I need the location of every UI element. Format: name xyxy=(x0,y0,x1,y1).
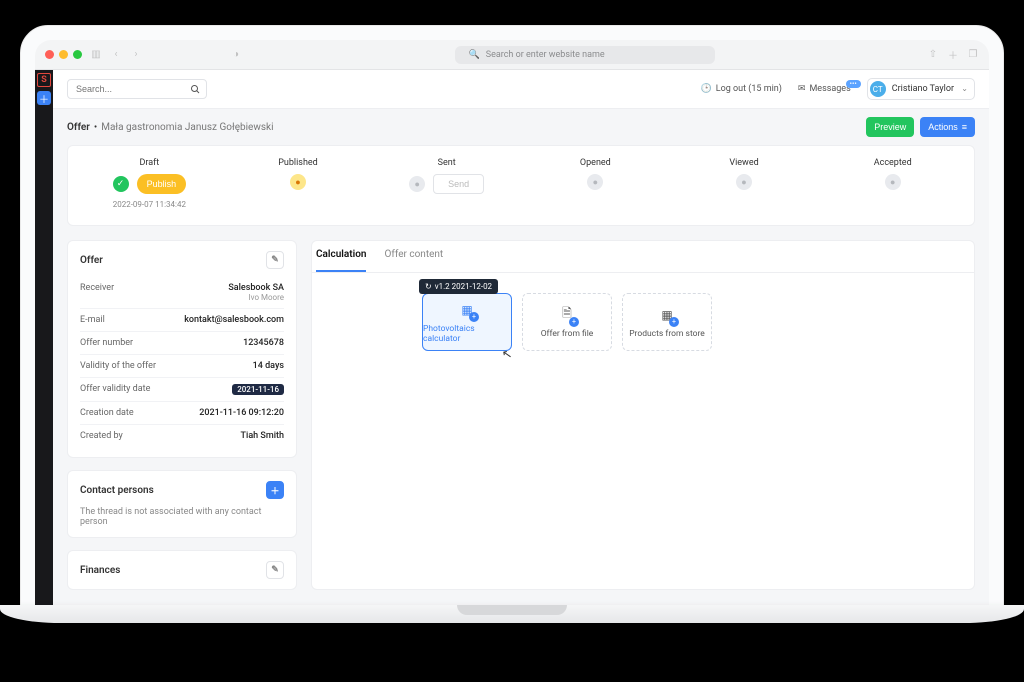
messages-badge: ••• xyxy=(846,80,861,88)
calculation-tiles: ↻ v1.2 2021-12-02 ▦+ Photovoltaics calcu… xyxy=(312,273,974,371)
app-root: S ＋ 🕒 Log out (15 min) ✉ xyxy=(35,70,989,614)
check-icon: ✓ xyxy=(113,176,129,192)
user-name: Cristiano Taylor xyxy=(892,84,954,94)
chevron-down-icon: ⌄ xyxy=(961,84,968,93)
address-placeholder: Search or enter website name xyxy=(486,50,605,60)
address-bar[interactable]: 🔍 Search or enter website name xyxy=(455,46,715,64)
messages-link[interactable]: ✉ Messages ••• xyxy=(798,84,851,94)
stage-sent: Sent ● Send xyxy=(375,158,518,209)
calculator-icon: ▦+ xyxy=(458,301,476,319)
finances-title: Finances xyxy=(80,565,120,576)
add-contact-button[interactable]: ＋ xyxy=(266,481,284,499)
send-button[interactable]: Send xyxy=(433,174,484,194)
search-input[interactable] xyxy=(67,79,207,99)
brand-logo-icon[interactable]: S xyxy=(37,73,51,87)
pending-icon: ● xyxy=(290,174,306,190)
tab-calculation[interactable]: Calculation xyxy=(316,241,366,272)
contacts-card: Contact persons ＋ The thread is not asso… xyxy=(67,470,297,538)
contacts-empty: The thread is not associated with any co… xyxy=(80,507,284,527)
idle-icon: ● xyxy=(736,174,752,190)
cursor-icon: ↖ xyxy=(501,346,513,362)
left-column: Offer ✎ Receiver Salesbook SAIvo Moore E… xyxy=(67,240,297,590)
app-topbar: 🕒 Log out (15 min) ✉ Messages ••• CT Cri… xyxy=(53,70,989,109)
pencil-icon: ✎ xyxy=(271,565,279,575)
stage-published: Published ● xyxy=(227,158,370,209)
edit-finances-button[interactable]: ✎ xyxy=(266,561,284,579)
right-tabs: Calculation Offer content xyxy=(312,241,974,273)
tile-products-from-store[interactable]: ▦+ Products from store xyxy=(622,293,712,351)
global-search[interactable] xyxy=(67,79,207,99)
idle-icon: ● xyxy=(885,174,901,190)
stage-viewed: Viewed ● xyxy=(673,158,816,209)
laptop-frame: ▥ ‹ › ◑ 🔍 Search or enter website name ⇧… xyxy=(20,25,1004,615)
screen: ▥ ‹ › ◑ 🔍 Search or enter website name ⇧… xyxy=(35,40,989,614)
plus-icon: ＋ xyxy=(270,484,279,497)
stage-accepted: Accepted ● xyxy=(821,158,964,209)
edit-offer-button[interactable]: ✎ xyxy=(266,251,284,269)
window-close[interactable] xyxy=(45,50,54,59)
store-icon: ▦+ xyxy=(658,306,676,324)
stage-opened: Opened ● xyxy=(524,158,667,209)
search-glyph-icon: 🔍 xyxy=(469,50,480,60)
right-panel: Calculation Offer content ↻ v1.2 2021-12… xyxy=(311,240,975,590)
idle-icon: ● xyxy=(587,174,603,190)
tag-date: 2021-11-16 xyxy=(232,384,284,395)
page-header: Offer • Mała gastronomia Janusz Gołębiew… xyxy=(53,109,989,145)
window-maximize[interactable] xyxy=(73,50,82,59)
shield-icon[interactable]: ◑ xyxy=(230,49,242,60)
publish-button[interactable]: Publish xyxy=(137,174,187,194)
status-pipeline: Draft ✓ Publish 2022-09-07 11:34:42 Publ… xyxy=(67,145,975,226)
finances-card: Finances ✎ xyxy=(67,550,297,590)
clock-icon: 🕒 xyxy=(701,84,712,94)
pencil-icon: ✎ xyxy=(271,255,279,265)
window-minimize[interactable] xyxy=(59,50,68,59)
left-rail: S ＋ xyxy=(35,70,53,614)
logout-timer[interactable]: 🕒 Log out (15 min) xyxy=(701,84,782,94)
draft-timestamp: 2022-09-07 11:34:42 xyxy=(113,200,186,209)
tile-pv-calculator[interactable]: ▦+ Photovoltaics calculator xyxy=(422,293,512,351)
contacts-title: Contact persons xyxy=(80,485,154,496)
new-tab-icon[interactable]: ＋ xyxy=(947,47,959,62)
offer-card-title: Offer xyxy=(80,255,103,266)
nav-fwd-icon[interactable]: › xyxy=(130,49,142,60)
search-icon xyxy=(189,83,201,95)
actions-button[interactable]: Actions ≡ xyxy=(920,117,975,137)
nav-back-icon[interactable]: ‹ xyxy=(110,49,122,60)
stage-draft: Draft ✓ Publish 2022-09-07 11:34:42 xyxy=(78,158,221,209)
rail-add-button[interactable]: ＋ xyxy=(37,91,51,105)
share-icon[interactable]: ⇧ xyxy=(927,49,939,60)
idle-icon: ● xyxy=(409,176,425,192)
user-menu[interactable]: CT Cristiano Taylor ⌄ xyxy=(867,78,975,100)
avatar: CT xyxy=(870,81,886,97)
content-area: Offer ✎ Receiver Salesbook SAIvo Moore E… xyxy=(53,226,989,604)
file-icon: 🗎+ xyxy=(558,306,576,324)
sidebar-icon[interactable]: ▥ xyxy=(90,49,102,60)
mail-icon: ✉ xyxy=(798,84,806,94)
version-tooltip: ↻ v1.2 2021-12-02 xyxy=(419,279,498,294)
laptop-notch xyxy=(457,605,567,615)
tabs-icon[interactable]: ❐ xyxy=(967,49,979,60)
tab-offer-content[interactable]: Offer content xyxy=(384,241,443,272)
tile-offer-from-file[interactable]: 🗎+ Offer from file xyxy=(522,293,612,351)
safari-toolbar: ▥ ‹ › ◑ 🔍 Search or enter website name ⇧… xyxy=(35,40,989,70)
main-column: 🕒 Log out (15 min) ✉ Messages ••• CT Cri… xyxy=(53,70,989,614)
preview-button[interactable]: Preview xyxy=(866,117,914,137)
breadcrumb: Offer • Mała gastronomia Janusz Gołębiew… xyxy=(67,122,274,133)
offer-card: Offer ✎ Receiver Salesbook SAIvo Moore E… xyxy=(67,240,297,458)
history-icon: ↻ xyxy=(425,282,432,291)
